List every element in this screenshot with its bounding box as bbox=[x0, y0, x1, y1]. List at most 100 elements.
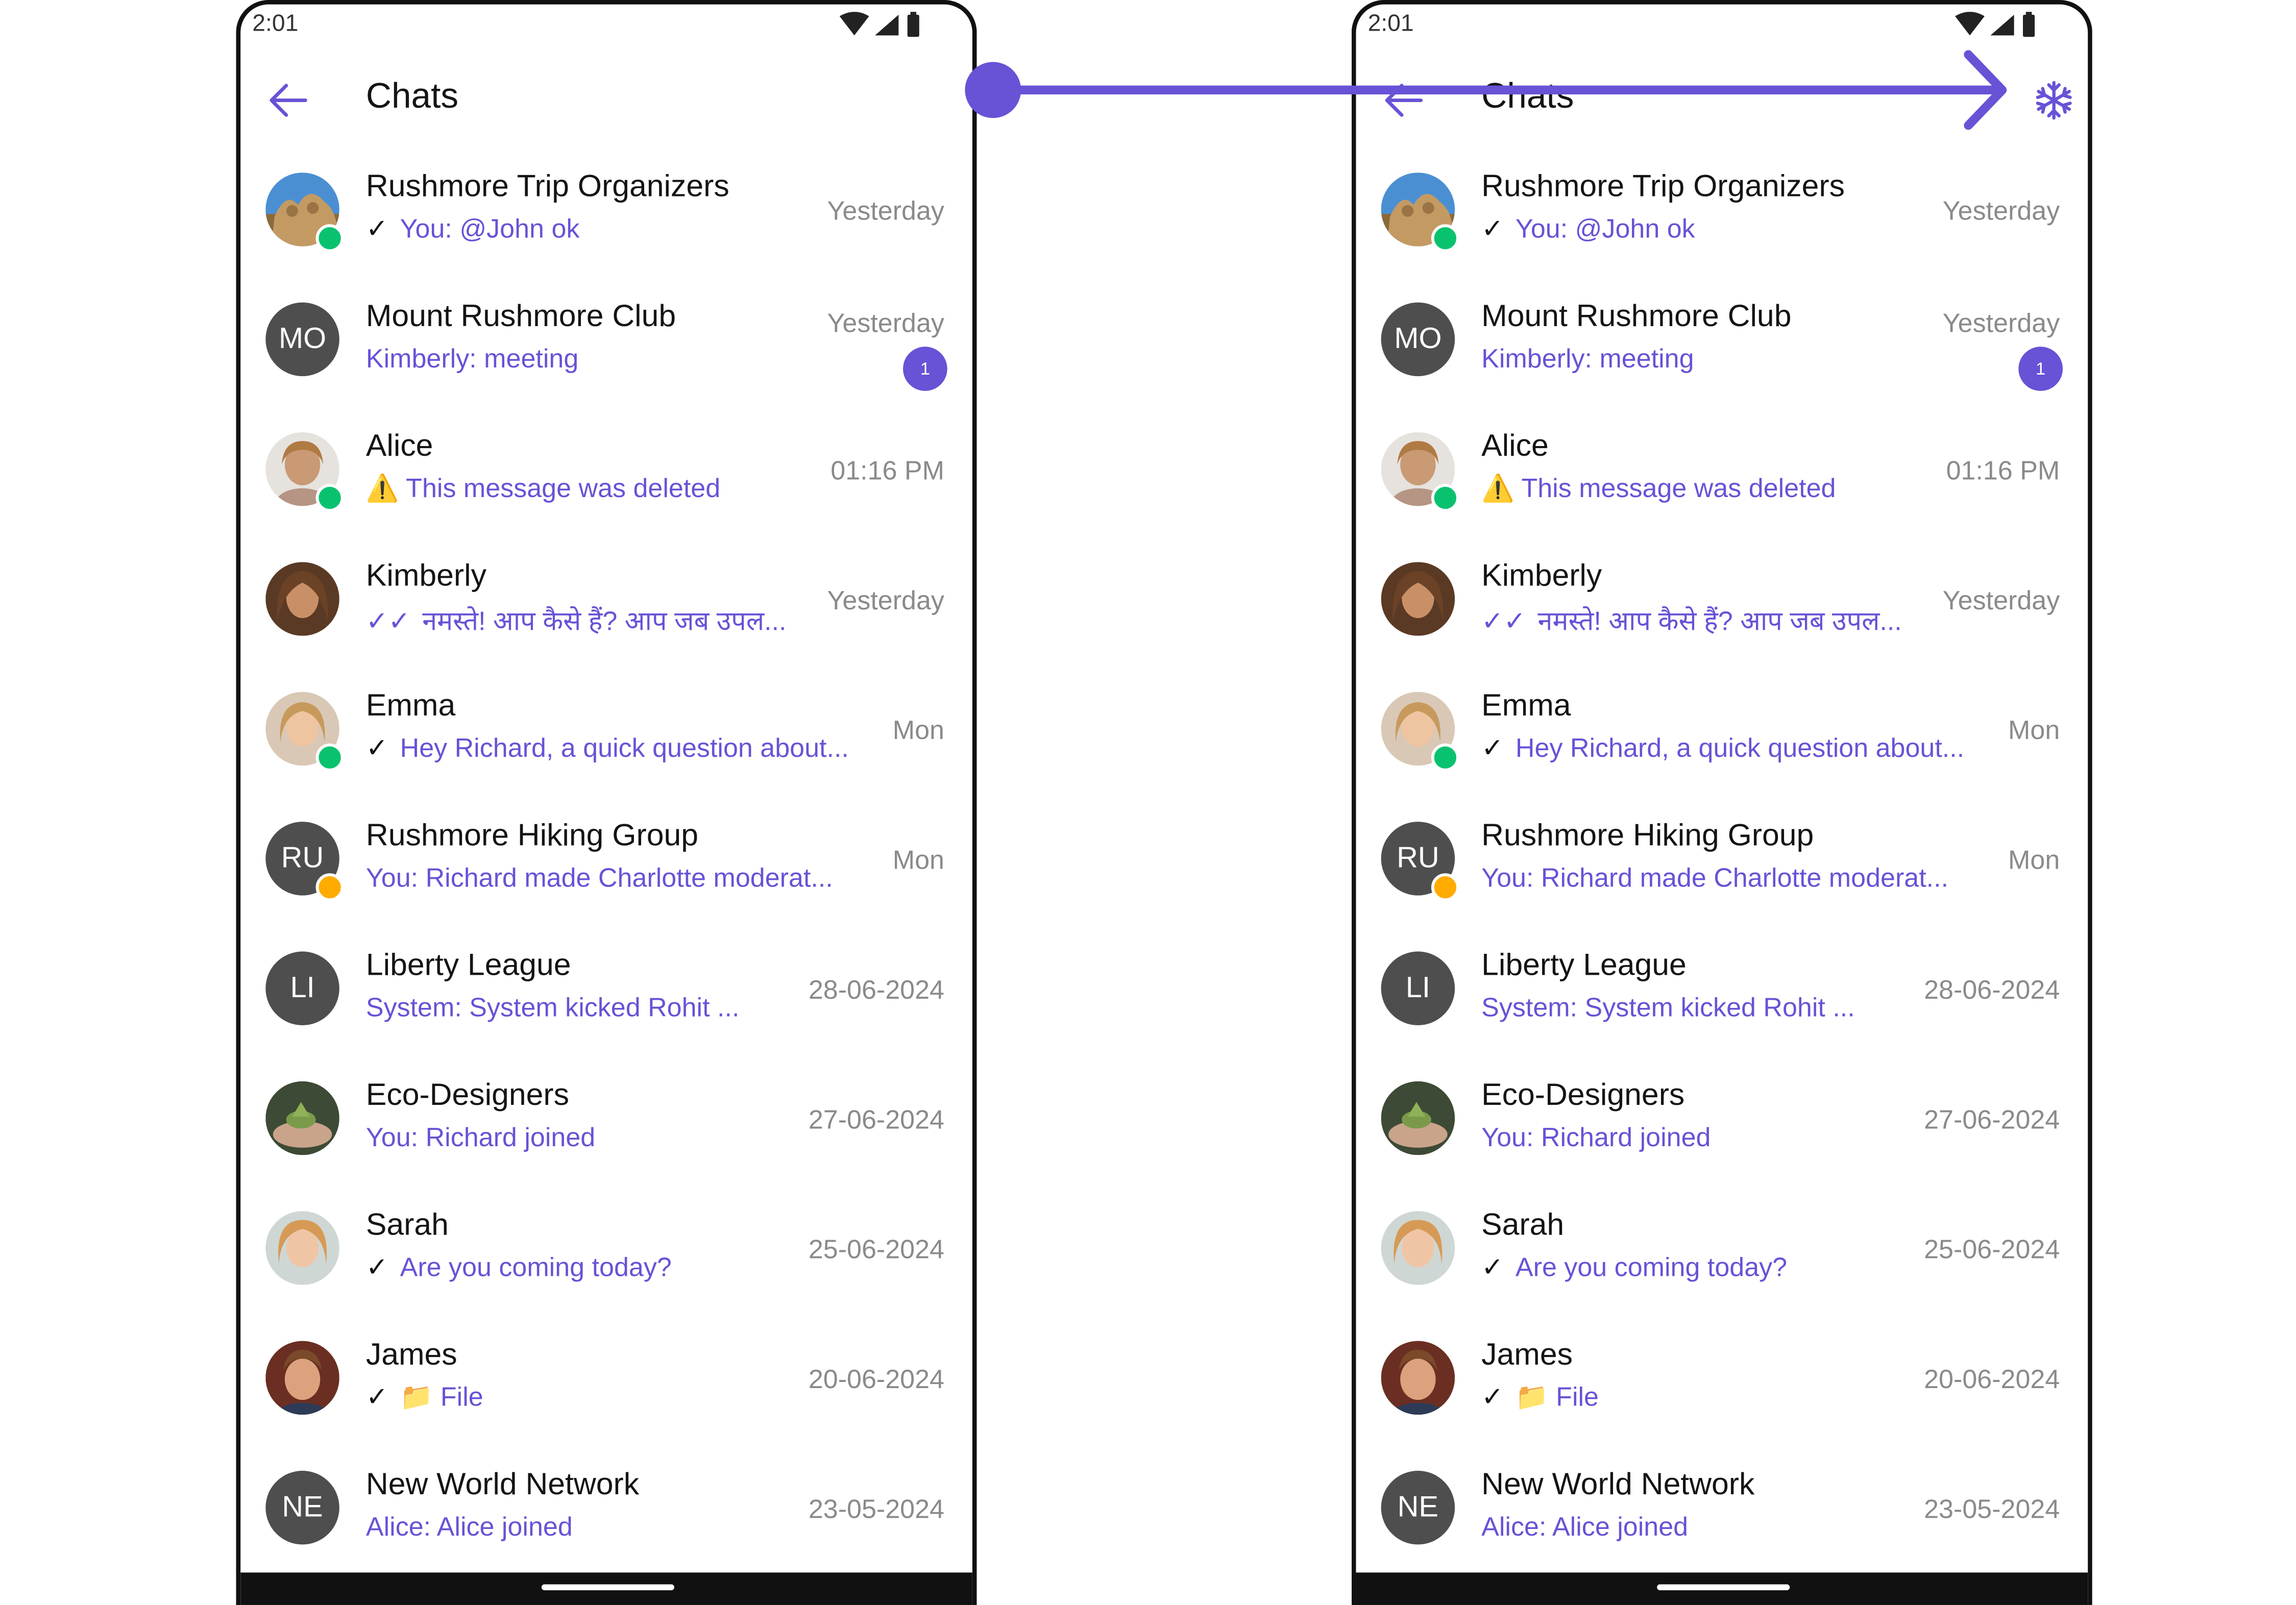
conversation-time: 28-06-2024 bbox=[808, 975, 944, 1005]
conversation-row[interactable]: Eco-Designers You: Richard joined 27-06-… bbox=[240, 1055, 972, 1184]
conversation-name: Liberty League bbox=[365, 948, 571, 983]
arrow-left-icon[interactable] bbox=[267, 78, 311, 122]
online-status-icon bbox=[315, 743, 344, 772]
conversation-row[interactable]: RU Rushmore Hiking Group You: Richard ma… bbox=[240, 795, 972, 925]
conversation-row[interactable]: LI Liberty League System: System kicked … bbox=[1356, 925, 2088, 1054]
avatar bbox=[265, 1081, 339, 1155]
last-message-text: नमस्ते! आप कैसे हैं? आप जब उपल... bbox=[422, 606, 787, 636]
arrow-left-icon[interactable] bbox=[1382, 78, 1427, 122]
last-message: ✓✓ नमस्ते! आप कैसे हैं? आप जब उपल... bbox=[366, 603, 787, 638]
avatar: NE bbox=[1381, 1470, 1455, 1545]
page-title: Chats bbox=[365, 77, 459, 117]
conversation-row[interactable]: Sarah ✓ Are you coming today? 25-06-2024 bbox=[240, 1184, 972, 1314]
conversation-time: 28-06-2024 bbox=[1924, 975, 2060, 1005]
phone-right: 2:01 Chats Rushmore Trip Organizers ✓ Yo… bbox=[1351, 0, 2092, 1605]
conversation-row[interactable]: Alice ⚠️ This message was deleted 01:16 … bbox=[1356, 406, 2088, 535]
conversation-time: 25-06-2024 bbox=[808, 1234, 944, 1265]
last-message: System: System kicked Rohit ... bbox=[1481, 993, 1855, 1023]
conversation-name: New World Network bbox=[365, 1468, 640, 1502]
conversation-row[interactable]: MO Mount Rushmore Club Kimberly: meeting… bbox=[240, 276, 972, 406]
conversation-row[interactable]: James ✓ 📁 File 20-06-2024 bbox=[1356, 1315, 2088, 1444]
system-icons bbox=[839, 12, 919, 37]
avatar: MO bbox=[1381, 302, 1455, 377]
avatar bbox=[1381, 562, 1455, 636]
online-status-icon bbox=[1431, 743, 1459, 772]
navigation-bar bbox=[240, 1572, 972, 1605]
last-message: ✓ Hey Richard, a quick question about... bbox=[1481, 733, 1964, 764]
conversation-name: Emma bbox=[1481, 688, 1571, 723]
conversation-row[interactable]: NE New World Network Alice: Alice joined… bbox=[240, 1444, 972, 1574]
conversation-row[interactable]: Emma ✓ Hey Richard, a quick question abou… bbox=[1356, 665, 2088, 795]
conversation-row[interactable]: Rushmore Trip Organizers ✓ You: @John ok … bbox=[240, 146, 972, 276]
phone-left: 2:01 Chats Rushmore Trip Organizers ✓Yo bbox=[236, 0, 977, 1605]
conversation-time: Mon bbox=[892, 715, 944, 745]
last-message: ✓ Hey Richard, a quick question about... bbox=[366, 733, 849, 764]
conversation-row[interactable]: Emma ✓ Hey Richard, a quick question abou… bbox=[240, 665, 972, 795]
avatar bbox=[265, 1341, 339, 1415]
conversation-row[interactable]: NE New World Network Alice: Alice joined… bbox=[1356, 1444, 2088, 1574]
conversation-time: Mon bbox=[892, 845, 944, 875]
conversation-list: Rushmore Trip Organizers ✓ You: @John ok … bbox=[240, 146, 972, 1574]
last-message: Alice: Alice joined bbox=[365, 1512, 573, 1542]
conversation-name: Emma bbox=[365, 688, 456, 723]
conversation-name: James bbox=[365, 1338, 457, 1372]
conversation-name: Rushmore Trip Organizers bbox=[1481, 169, 1845, 204]
online-status-icon bbox=[1431, 224, 1459, 253]
home-indicator[interactable] bbox=[541, 1584, 675, 1591]
sent-check-icon: ✓ bbox=[1481, 733, 1504, 763]
conversation-name: James bbox=[1481, 1338, 1573, 1372]
last-message: ✓ 📁 File bbox=[366, 1382, 483, 1413]
conversation-row[interactable]: RU Rushmore Hiking Group You: Richard ma… bbox=[1356, 795, 2088, 925]
last-message: ✓ You: @John ok bbox=[366, 214, 580, 245]
navigation-bar bbox=[1356, 1572, 2088, 1605]
conversation-name: Mount Rushmore Club bbox=[1481, 299, 1792, 334]
last-message: You: Richard joined bbox=[1481, 1122, 1711, 1152]
online-status-icon bbox=[315, 224, 344, 253]
conversation-name: Alice bbox=[1481, 429, 1549, 463]
home-indicator[interactable] bbox=[1657, 1584, 1790, 1591]
unread-badge: 1 bbox=[2018, 347, 2063, 391]
last-message-text: Hey Richard, a quick question about... bbox=[1515, 733, 1965, 763]
last-message: You: Richard made Charlotte moderat... bbox=[1481, 863, 1949, 893]
sent-check-icon: ✓ bbox=[365, 214, 388, 243]
conversation-name: Alice bbox=[365, 429, 433, 463]
conversation-row[interactable]: LI Liberty League System: System kicked … bbox=[240, 925, 972, 1054]
stage: 2:01 Chats Rushmore Trip Organizers ✓Yo bbox=[0, 0, 2296, 1605]
last-message: You: Richard made Charlotte moderat... bbox=[365, 863, 833, 893]
last-message-text: Are you coming today? bbox=[1515, 1252, 1788, 1282]
conversation-row[interactable]: MO Mount Rushmore Club Kimberly: meeting… bbox=[1356, 276, 2088, 406]
conversation-time: Yesterday bbox=[827, 196, 944, 226]
conversation-row[interactable]: Sarah ✓ Are you coming today? 25-06-2024 bbox=[1356, 1184, 2088, 1314]
conversation-row[interactable]: Kimberly ✓✓ नमस्ते! आप कैसे हैं? आप जब उप… bbox=[1356, 535, 2088, 665]
conversation-name: Eco-Designers bbox=[365, 1078, 570, 1113]
conversation-row[interactable]: Rushmore Trip Organizers ✓ You: @John ok … bbox=[1356, 146, 2088, 276]
avatar: NE bbox=[265, 1470, 339, 1545]
last-message-text: You: @John ok bbox=[1515, 214, 1695, 243]
conversation-row[interactable]: James ✓ 📁 File 20-06-2024 bbox=[240, 1315, 972, 1444]
last-message: Kimberly: meeting bbox=[1481, 343, 1694, 374]
conversation-time: 20-06-2024 bbox=[1924, 1364, 2060, 1394]
read-double-check-icon: ✓✓ bbox=[1481, 606, 1526, 636]
last-message-text: You: @John ok bbox=[400, 214, 580, 243]
conversation-row[interactable]: Eco-Designers You: Richard joined 27-06-… bbox=[1356, 1055, 2088, 1184]
last-message: You: Richard joined bbox=[365, 1122, 596, 1152]
conversation-row[interactable]: Kimberly ✓✓ नमस्ते! आप कैसे हैं? आप जब उप… bbox=[240, 535, 972, 665]
page-title: Chats bbox=[1481, 77, 1574, 117]
sent-check-icon: ✓ bbox=[365, 1252, 388, 1282]
last-message: ✓✓ नमस्ते! आप कैसे हैं? आप जब उपल... bbox=[1481, 603, 1902, 638]
conversation-time: Yesterday bbox=[1942, 585, 2060, 615]
conversation-row[interactable]: Alice ⚠️ This message was deleted 01:16 … bbox=[240, 406, 972, 535]
conversation-time: 25-06-2024 bbox=[1924, 1234, 2060, 1265]
snowflake-icon[interactable] bbox=[2032, 78, 2076, 122]
last-message-text: नमस्ते! आप कैसे हैं? आप जब उपल... bbox=[1537, 606, 1902, 636]
sent-check-icon: ✓ bbox=[1481, 214, 1504, 243]
last-message-text: Are you coming today? bbox=[400, 1252, 672, 1282]
conversation-time: 27-06-2024 bbox=[808, 1105, 944, 1134]
online-status-icon bbox=[1431, 484, 1459, 512]
last-message-text: 📁 File bbox=[400, 1382, 483, 1412]
status-bar: 2:01 bbox=[240, 5, 972, 49]
conversation-name: Rushmore Trip Organizers bbox=[365, 169, 729, 204]
conversation-time: Mon bbox=[2008, 845, 2060, 875]
avatar bbox=[1381, 1341, 1455, 1415]
conversation-name: Sarah bbox=[1481, 1208, 1565, 1242]
